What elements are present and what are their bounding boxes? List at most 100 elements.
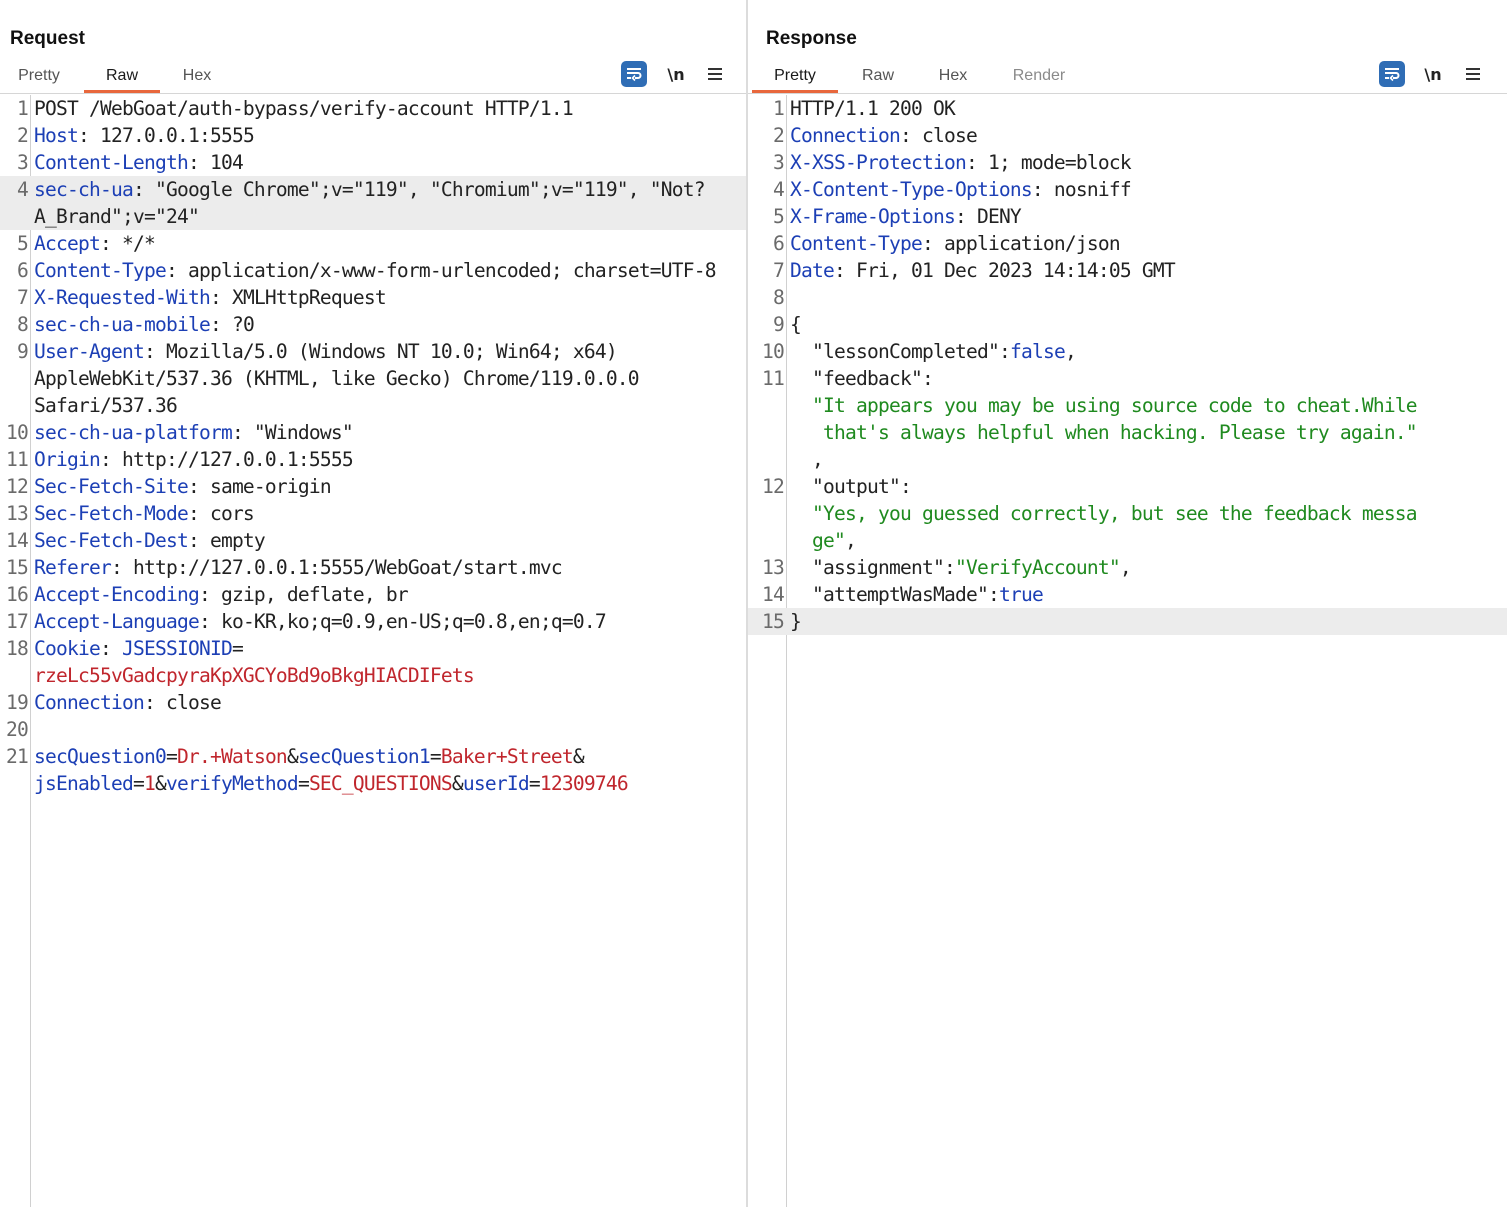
code-token: X-XSS-Protection (790, 151, 967, 174)
code-token: "attemptWasMade" (790, 583, 989, 606)
response-newline-toggle[interactable]: \n (1421, 61, 1445, 87)
code-token: Host (34, 124, 79, 147)
code-token: : Fri, 01 Dec 2023 14:14:05 GMT (834, 259, 1176, 282)
code-token: Cookie (34, 637, 101, 660)
code-token: : "Windows" (231, 421, 354, 444)
code-token: = (132, 772, 145, 795)
request-newline-toggle[interactable]: \n (664, 61, 688, 87)
code-token: true (998, 583, 1044, 606)
request-editor[interactable]: 1 POST /WebGoat/auth-bypass/verify-accoun… (0, 95, 747, 1207)
code-line[interactable]: 6 Content-Type: application/x-www-form-ur… (0, 257, 747, 284)
code-line[interactable]: 12 Sec-Fetch-Site: same-origin (0, 473, 747, 500)
code-token: : nosniff (1031, 178, 1132, 201)
code-line[interactable]: 11 Origin: http://127.0.0.1:5555 (0, 446, 747, 473)
tab-request-pretty[interactable]: Pretty (8, 62, 70, 93)
tab-request-hex[interactable]: Hex (170, 62, 224, 93)
line-number: 10 (6, 421, 29, 444)
code-line[interactable]: 4 X-Content-Type-Options: nosniff (748, 176, 1507, 203)
code-line[interactable]: 1 POST /WebGoat/auth-bypass/verify-accoun… (0, 95, 747, 122)
code-token: sec-ch-ua (34, 178, 134, 201)
code-line[interactable]: 1 HTTP/1.1 200 OK (748, 95, 1507, 122)
code-line[interactable]: 6 Content-Type: application/json (748, 230, 1507, 257)
code-line[interactable]: 3 Content-Length: 104 (0, 149, 747, 176)
code-line[interactable]: 12 "output": "Yes, you guessed correctly… (748, 473, 1507, 554)
line-text (787, 284, 1487, 311)
line-number: 13 (762, 556, 785, 579)
code-line[interactable]: 4 sec-ch-ua: "Google Chrome";v="119", "Ch… (0, 176, 747, 230)
code-token: : (99, 637, 122, 660)
code-line[interactable]: 19 Connection: close (0, 689, 747, 716)
line-number: 19 (6, 691, 29, 714)
line-text: Cookie: JSESSIONID= rzeLc55vGadcpyraKpXG… (31, 635, 736, 689)
code-line[interactable]: 18 Cookie: JSESSIONID= rzeLc55vGadcpyraKp… (0, 635, 747, 689)
code-token: 1 (143, 772, 156, 795)
line-number: 4 (773, 178, 785, 201)
code-line[interactable]: 17 Accept-Language: ko-KR,ko;q=0.9,en-US;… (0, 608, 747, 635)
response-pane: Response Pretty Raw Hex Render \n 1 HTTP/… (748, 0, 1507, 1207)
code-line[interactable]: 14 "attemptWasMade":true (748, 581, 1507, 608)
code-token: Date (790, 259, 835, 282)
line-number: 15 (6, 556, 29, 579)
code-line[interactable]: 7 Date: Fri, 01 Dec 2023 14:14:05 GMT (748, 257, 1507, 284)
tab-response-raw[interactable]: Raw (850, 62, 906, 93)
code-token: , (812, 448, 823, 471)
code-line[interactable]: 13 "assignment":"VerifyAccount", (748, 554, 1507, 581)
code-line[interactable]: 9{ (748, 311, 1507, 338)
code-line[interactable]: 21 secQuestion0=Dr.+Watson&secQuestion1=B… (0, 743, 747, 797)
tab-response-pretty[interactable]: Pretty (752, 62, 838, 93)
code-line[interactable]: 5 X-Frame-Options: DENY (748, 203, 1507, 230)
line-number: 8 (773, 286, 785, 309)
line-text: Connection: close (31, 689, 736, 716)
line-text: HTTP/1.1 200 OK (787, 95, 1487, 122)
tab-response-render[interactable]: Render (1004, 62, 1074, 93)
tab-request-raw[interactable]: Raw (84, 62, 160, 93)
code-line[interactable]: 8 (748, 284, 1507, 311)
response-code: 1 HTTP/1.1 200 OK 2 Connection: close 3 X-XSS… (748, 95, 1507, 635)
code-token: Sec-Fetch-Mode (34, 502, 189, 525)
code-token: : close (899, 124, 978, 147)
request-menu-icon[interactable] (703, 61, 727, 87)
line-text: Accept-Encoding: gzip, deflate, br (31, 581, 736, 608)
line-number: 4 (17, 178, 29, 201)
code-token: : same-origin (187, 475, 332, 498)
line-number: 2 (773, 124, 785, 147)
code-token: = (528, 772, 541, 795)
code-token: X-Frame-Options (790, 205, 956, 228)
code-token: "assignment" (790, 556, 945, 579)
code-token: Origin (34, 448, 101, 471)
line-text: Sec-Fetch-Dest: empty (31, 527, 736, 554)
code-line[interactable]: 3 X-XSS-Protection: 1; mode=block (748, 149, 1507, 176)
code-line[interactable]: 15} (748, 608, 1507, 635)
code-line[interactable]: 20 (0, 716, 747, 743)
code-line[interactable]: 8 sec-ch-ua-mobile: ?0 (0, 311, 747, 338)
code-token: : http://127.0.0.1:5555 (99, 448, 354, 471)
line-text: Accept-Language: ko-KR,ko;q=0.9,en-US;q=… (31, 608, 736, 635)
response-menu-icon[interactable] (1461, 61, 1485, 87)
response-text-wrap-icon[interactable] (1379, 61, 1405, 87)
request-text-wrap-icon[interactable] (621, 61, 647, 87)
line-number: 9 (773, 313, 785, 336)
code-line[interactable]: 2 Host: 127.0.0.1:5555 (0, 122, 747, 149)
code-line[interactable]: 7 X-Requested-With: XMLHttpRequest (0, 284, 747, 311)
code-line[interactable]: 15 Referer: http://127.0.0.1:5555/WebGoat… (0, 554, 747, 581)
response-editor[interactable]: 1 HTTP/1.1 200 OK 2 Connection: close 3 X-XSS… (748, 95, 1507, 1207)
code-token: : (998, 340, 1011, 363)
tab-response-hex[interactable]: Hex (928, 62, 978, 93)
line-text: Content-Type: application/x-www-form-url… (31, 257, 736, 284)
line-number: 3 (17, 151, 29, 174)
code-line[interactable]: 2 Connection: close (748, 122, 1507, 149)
code-line[interactable]: 5 Accept: */* (0, 230, 747, 257)
line-number: 1 (773, 97, 785, 120)
code-line[interactable]: 10 sec-ch-ua-platform: "Windows" (0, 419, 747, 446)
code-line[interactable]: 11 "feedback": "It appears you may be us… (748, 365, 1507, 473)
code-line[interactable]: 16 Accept-Encoding: gzip, deflate, br (0, 581, 747, 608)
line-text: secQuestion0=Dr.+Watson&secQuestion1=Bak… (31, 743, 736, 797)
code-line[interactable]: 9 User-Agent: Mozilla/5.0 (Windows NT 10.… (0, 338, 747, 419)
code-line[interactable]: 14 Sec-Fetch-Dest: empty (0, 527, 747, 554)
code-line[interactable]: 10 "lessonCompleted":false, (748, 338, 1507, 365)
code-line[interactable]: 13 Sec-Fetch-Mode: cors (0, 500, 747, 527)
line-number: 7 (773, 259, 785, 282)
line-number: 3 (773, 151, 785, 174)
code-token: false (1009, 340, 1066, 363)
code-token: : close (143, 691, 222, 714)
